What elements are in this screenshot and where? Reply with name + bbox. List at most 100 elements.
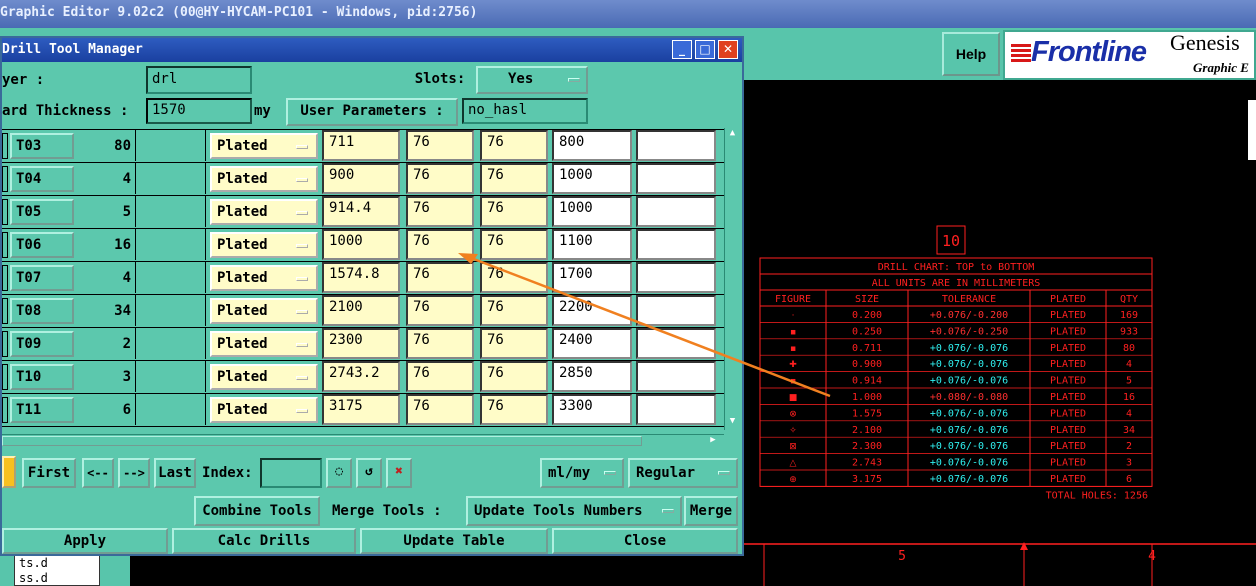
scroll-down-icon[interactable]: ▼	[727, 416, 738, 426]
slots-dropdown[interactable]: Yes	[476, 66, 588, 94]
scroll-up-icon[interactable]: ▲	[727, 128, 738, 138]
next-button[interactable]: -->	[118, 458, 150, 488]
tool-type-dropdown[interactable]: Plated	[210, 133, 318, 159]
tool-finish-field[interactable]: 2743.2	[322, 361, 400, 392]
tool-minus-field[interactable]: 76	[480, 229, 548, 260]
tool-plus-field[interactable]: 76	[406, 196, 474, 227]
tool-finish-field[interactable]: 711	[322, 130, 400, 161]
tool-note-field[interactable]	[636, 328, 716, 359]
tool-type-dropdown[interactable]: Plated	[210, 166, 318, 192]
vertical-scrollbar[interactable]: ▲ ▼	[724, 128, 740, 430]
scroll-right-icon[interactable]: ▶	[706, 435, 720, 447]
tool-name-button[interactable]: T03	[10, 133, 74, 159]
tool-minus-field[interactable]: 76	[480, 394, 548, 425]
units-dropdown[interactable]: ml/my	[540, 458, 624, 488]
update-table-button[interactable]: Update Table	[360, 528, 548, 554]
maximize-icon[interactable]: □	[695, 40, 715, 59]
tool-drill-field[interactable]: 1700	[552, 262, 632, 293]
tool-type-dropdown[interactable]: Plated	[210, 265, 318, 291]
tool-name-button[interactable]: T09	[10, 331, 74, 357]
tool-drill-field[interactable]: 800	[552, 130, 632, 161]
horizontal-scrollbar[interactable]: ▶	[2, 434, 724, 448]
tool-plus-field[interactable]: 76	[406, 394, 474, 425]
tool-name-button[interactable]: T06	[10, 232, 74, 258]
tool-drill-field[interactable]: 1000	[552, 163, 632, 194]
calc-drills-button[interactable]: Calc Drills	[172, 528, 356, 554]
tool-minus-field[interactable]: 76	[480, 196, 548, 227]
tool-type-dropdown[interactable]: Plated	[210, 364, 318, 390]
tool-finish-field[interactable]: 2100	[322, 295, 400, 326]
list-item[interactable]: ts.d	[15, 556, 99, 571]
layer-field[interactable]: drl	[146, 66, 252, 94]
tool-plus-field[interactable]: 76	[406, 262, 474, 293]
tool-note-field[interactable]	[636, 262, 716, 293]
tool-finish-field[interactable]: 3175	[322, 394, 400, 425]
first-button[interactable]: First	[22, 458, 76, 488]
layer-list[interactable]: ts.d ss.d	[14, 555, 100, 586]
user-parameters-field[interactable]: no_hasl	[462, 98, 588, 124]
tool-note-field[interactable]	[636, 163, 716, 194]
tool-minus-field[interactable]: 76	[480, 361, 548, 392]
tool-finish-field[interactable]: 2300	[322, 328, 400, 359]
tool-plus-field[interactable]: 76	[406, 328, 474, 359]
tool-plus-field[interactable]: 76	[406, 295, 474, 326]
tool-plus-field[interactable]: 76	[406, 361, 474, 392]
tool-name-button[interactable]: T10	[10, 364, 74, 390]
tool-drill-field[interactable]: 2200	[552, 295, 632, 326]
minimize-icon[interactable]: _	[672, 40, 692, 59]
tool-type-dropdown[interactable]: Plated	[210, 298, 318, 324]
help-button[interactable]: Help	[942, 32, 1000, 76]
tool-minus-field[interactable]: 76	[480, 295, 548, 326]
tool-name-button[interactable]: T04	[10, 166, 74, 192]
tool-drill-field[interactable]: 1100	[552, 229, 632, 260]
mode-dropdown[interactable]: Regular	[628, 458, 738, 488]
index-field[interactable]	[260, 458, 322, 488]
tool-note-field[interactable]	[636, 130, 716, 161]
tool-name-button[interactable]: T07	[10, 265, 74, 291]
tool-note-field[interactable]	[636, 196, 716, 227]
delete-icon[interactable]: ✖	[386, 458, 412, 488]
tool-drill-field[interactable]: 3300	[552, 394, 632, 425]
tool-minus-field[interactable]: 76	[480, 130, 548, 161]
tool-name-button[interactable]: T08	[10, 298, 74, 324]
tool-type-dropdown[interactable]: Plated	[210, 397, 318, 423]
close-icon[interactable]: ✕	[718, 40, 738, 59]
tool-drill-field[interactable]: 2400	[552, 328, 632, 359]
tool-plus-field[interactable]: 76	[406, 229, 474, 260]
combine-tools-button[interactable]: Combine Tools	[194, 496, 320, 526]
user-parameters-button[interactable]: User Parameters :	[286, 98, 458, 126]
tool-finish-field[interactable]: 914.4	[322, 196, 400, 227]
tool-finish-field[interactable]: 1574.8	[322, 262, 400, 293]
tool-finish-field[interactable]: 900	[322, 163, 400, 194]
update-tools-numbers-dropdown[interactable]: Update Tools Numbers	[466, 496, 682, 526]
window-title-bar[interactable]: Drill Tool Manager	[2, 38, 742, 62]
tool-plus-field[interactable]: 76	[406, 163, 474, 194]
tool-type-dropdown[interactable]: Plated	[210, 199, 318, 225]
tool-drill-field[interactable]: 1000	[552, 196, 632, 227]
thickness-field[interactable]: 1570	[146, 98, 252, 124]
close-button[interactable]: Close	[552, 528, 738, 554]
apply-button[interactable]: Apply	[2, 528, 168, 554]
tool-name-button[interactable]: T05	[10, 199, 74, 225]
list-item[interactable]: ss.d	[15, 571, 99, 586]
tool-drill-field[interactable]: 2850	[552, 361, 632, 392]
row-divider	[2, 393, 728, 394]
tool-plus-field[interactable]: 76	[406, 130, 474, 161]
last-button[interactable]: Last	[154, 458, 196, 488]
tool-note-field[interactable]	[636, 229, 716, 260]
tool-finish-field[interactable]: 1000	[322, 229, 400, 260]
tool-minus-field[interactable]: 76	[480, 328, 548, 359]
lightbulb-icon[interactable]: ◌	[326, 458, 352, 488]
scroll-thumb[interactable]	[2, 436, 642, 446]
merge-button[interactable]: Merge	[684, 496, 738, 526]
tool-type-dropdown[interactable]: Plated	[210, 331, 318, 357]
tool-note-field[interactable]	[636, 361, 716, 392]
refresh-icon[interactable]: ↺	[356, 458, 382, 488]
tool-type-dropdown[interactable]: Plated	[210, 232, 318, 258]
tool-minus-field[interactable]: 76	[480, 262, 548, 293]
tool-name-button[interactable]: T11	[10, 397, 74, 423]
tool-note-field[interactable]	[636, 394, 716, 425]
tool-minus-field[interactable]: 76	[480, 163, 548, 194]
tool-note-field[interactable]	[636, 295, 716, 326]
prev-button[interactable]: <--	[82, 458, 114, 488]
